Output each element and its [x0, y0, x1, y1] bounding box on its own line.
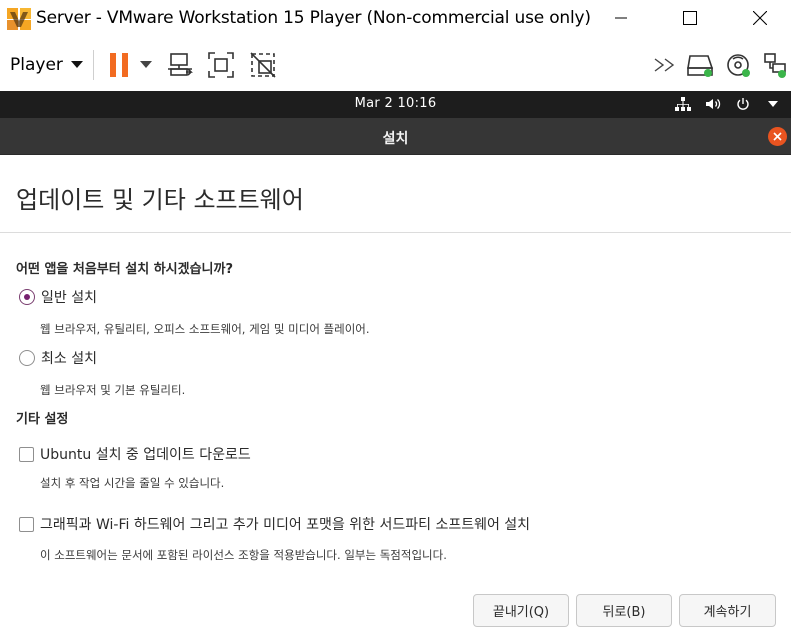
minimize-icon — [615, 17, 627, 19]
download-updates-description: 설치 후 작업 시간을 줄일 수 있습니다. — [40, 476, 225, 490]
installer-header: 설치 — [0, 118, 791, 155]
minimal-install-option[interactable]: 최소 설치 — [19, 348, 97, 368]
cd-dvd-device-button[interactable] — [724, 50, 754, 80]
install-type-question: 어떤 앱을 처음부터 설치 하시겠습니까? — [16, 262, 234, 277]
player-menu-label: Player — [10, 55, 63, 75]
unity-mode-button[interactable] — [247, 50, 279, 80]
installer-title: 설치 — [382, 131, 409, 147]
caret-down-icon — [140, 61, 152, 68]
unity-disabled-icon — [250, 52, 276, 78]
window-titlebar: Server - VMware Workstation 15 Player (N… — [0, 0, 791, 38]
close-icon — [753, 11, 767, 25]
installer-close-button[interactable] — [768, 127, 787, 146]
fullscreen-icon — [208, 52, 234, 78]
vmware-logo-icon — [7, 8, 31, 30]
third-party-software-checkbox[interactable] — [19, 516, 34, 532]
normal-install-radio[interactable] — [19, 289, 35, 305]
download-updates-option[interactable]: Ubuntu 설치 중 업데이트 다운로드 — [19, 444, 251, 464]
normal-install-option[interactable]: 일반 설치 — [19, 287, 97, 307]
close-window-button[interactable] — [737, 0, 783, 36]
third-party-software-label: 그래픽과 Wi-Fi 하드웨어 그리고 추가 미디어 포맷을 위한 서드파티 소… — [40, 517, 531, 533]
quit-button[interactable]: 끝내기(Q) — [473, 594, 569, 627]
minimal-install-radio[interactable] — [19, 350, 35, 366]
toolbar-separator — [93, 50, 94, 80]
other-options-heading: 기타 설정 — [16, 412, 69, 427]
cd-dvd-icon — [727, 54, 750, 77]
header-divider — [0, 232, 791, 233]
page-title: 업데이트 및 기타 소프트웨어 — [16, 186, 304, 214]
power-icon — [733, 95, 753, 113]
window-title: Server - VMware Workstation 15 Player (N… — [36, 8, 591, 28]
vmware-toolbar: Player — [0, 38, 791, 91]
normal-install-description: 웹 브라우저, 유틸리티, 오피스 소프트웨어, 게임 및 미디어 플레이어. — [40, 322, 370, 336]
third-party-software-option[interactable]: 그래픽과 Wi-Fi 하드웨어 그리고 추가 미디어 포맷을 위한 서드파티 소… — [19, 514, 530, 534]
caret-down-icon — [70, 61, 83, 68]
player-menu[interactable]: Player — [4, 51, 89, 79]
download-updates-checkbox[interactable] — [19, 446, 34, 462]
system-menu-arrow-icon — [763, 95, 783, 113]
system-tray[interactable] — [673, 95, 783, 113]
minimal-install-label: 최소 설치 — [41, 351, 97, 367]
continue-button[interactable]: 계속하기 — [679, 594, 776, 627]
send-ctrl-alt-del-button[interactable] — [164, 51, 196, 79]
close-icon — [773, 132, 782, 141]
full-screen-button[interactable] — [205, 50, 237, 80]
third-party-software-description: 이 소프트웨어는 문서에 포함된 라이선스 조항을 적용받습니다. 일부는 독점… — [40, 548, 447, 562]
ubuntu-top-bar: Mar 2 10:16 — [0, 91, 791, 118]
download-updates-label: Ubuntu 설치 중 업데이트 다운로드 — [40, 447, 251, 463]
hard-disk-icon — [687, 55, 714, 77]
minimal-install-description: 웹 브라우저 및 기본 유틸리티. — [40, 383, 186, 397]
network-adapter-icon — [764, 53, 786, 78]
network-adapter-device-button[interactable] — [760, 50, 790, 80]
pause-icon — [110, 53, 128, 77]
maximize-icon — [683, 11, 697, 25]
pause-button[interactable] — [106, 51, 132, 79]
more-devices-button[interactable] — [652, 54, 678, 76]
hard-disk-device-button[interactable] — [685, 50, 715, 80]
normal-install-label: 일반 설치 — [41, 290, 97, 306]
double-chevron-right-icon — [654, 58, 675, 72]
volume-icon — [703, 95, 723, 113]
minimize-button[interactable] — [598, 0, 644, 36]
power-options-dropdown[interactable] — [138, 58, 154, 72]
back-button[interactable]: 뒤로(B) — [576, 594, 672, 627]
maximize-button[interactable] — [667, 0, 713, 36]
send-keys-icon — [168, 53, 193, 76]
network-icon — [673, 95, 693, 113]
